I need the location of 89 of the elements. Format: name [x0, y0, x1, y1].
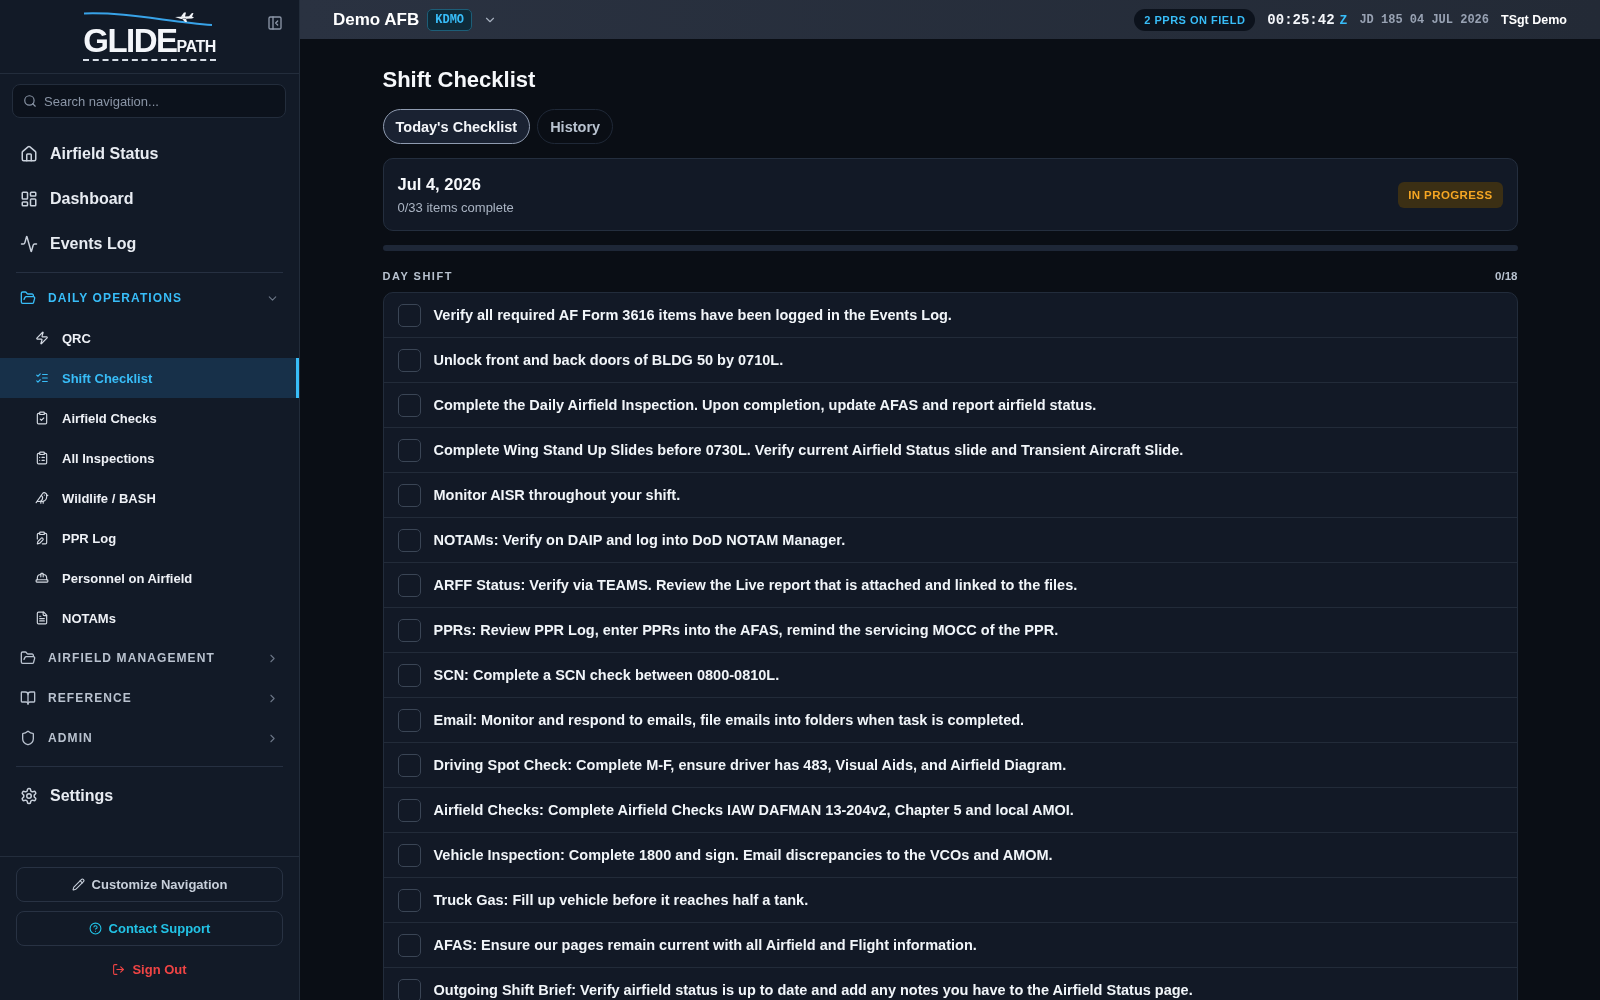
checklist-icon: [35, 371, 49, 385]
airplane-swoosh-icon: [83, 12, 214, 27]
time-zone-label: Z: [1339, 12, 1348, 28]
checkbox[interactable]: [397, 483, 421, 507]
bird-icon: [35, 491, 49, 505]
checkbox[interactable]: [397, 888, 421, 912]
folder-icon: [20, 290, 36, 306]
checklist-item-text: SCN: Complete a SCN check between 0800-0810L.: [433, 667, 780, 683]
checklist-item-text: Airfield Checks: Complete Airfield Checks IAW DAFMAN 13-204v2, Chapter 5 and local AMOI.: [433, 802, 1074, 818]
checkbox[interactable]: [397, 663, 421, 687]
checklist-item-text: Verify all required AF Form 3616 items have been logged in the Events Log.: [433, 307, 952, 323]
checkbox[interactable]: [397, 303, 421, 327]
nav-subitem[interactable]: Airfield Checks: [0, 398, 299, 438]
nav-group-header[interactable]: REFERENCE: [0, 678, 299, 718]
pencil-icon: [71, 878, 85, 891]
tab[interactable]: Today's Checklist: [382, 109, 531, 144]
clipboard-pen-icon: [35, 531, 49, 545]
checkbox[interactable]: [397, 528, 421, 552]
book-icon: [20, 690, 36, 706]
checkbox[interactable]: [397, 573, 421, 597]
logo-wordmark: GLIDEPATH: [83, 26, 216, 61]
ppr-count-badge: 2 PPRS ON FIELD: [1134, 8, 1256, 31]
nav-item[interactable]: Events Log: [0, 221, 299, 266]
customize-navigation-button[interactable]: Customize Navigation: [16, 867, 283, 902]
settings-link[interactable]: Settings: [0, 773, 299, 818]
checklist-item-text: AFAS: Ensure our pages remain current with all Airfield and Flight information.: [433, 937, 977, 953]
checklist-item-text: Complete the Daily Airfield Inspection. Upon completion, update AFAS and report airfield status.: [433, 397, 1097, 413]
checklist-item-text: Email: Monitor and respond to emails, file emails into folders when task is completed.: [433, 712, 1025, 728]
checklist-item-text: Outgoing Shift Brief: Verify airfield status is up to date and add any notes you have to the Airfield Status page.: [433, 982, 1193, 998]
checklist-item-text: Truck Gas: Fill up vehicle before it reaches half a tank.: [433, 892, 809, 908]
document-icon: [35, 611, 49, 625]
lightning-icon: [35, 331, 49, 345]
folder-icon: [20, 650, 36, 666]
nav-subitem[interactable]: NOTAMs: [0, 598, 299, 638]
nav-subitem[interactable]: QRC: [0, 318, 299, 358]
checklist-item-text: Vehicle Inspection: Complete 1800 and sign. Email discrepancies to the VCOs and AMOM.: [433, 847, 1053, 863]
nav-group-header[interactable]: DAILY OPERATIONS: [0, 278, 299, 318]
nav-group-header[interactable]: AIRFIELD MANAGEMENT: [0, 638, 299, 678]
sign-out-button[interactable]: Sign Out: [108, 955, 191, 983]
page-title: Shift Checklist: [382, 66, 537, 94]
checkbox[interactable]: [397, 348, 421, 372]
section-title: DAY SHIFT: [382, 270, 453, 282]
date-readout: JD 185 04 JUL 2026: [1359, 12, 1489, 27]
contact-support-button[interactable]: Contact Support: [16, 911, 283, 946]
nav-item[interactable]: Dashboard: [0, 176, 299, 221]
checkbox[interactable]: [397, 618, 421, 642]
nav-item[interactable]: Airfield Status: [0, 131, 299, 176]
section-count: 0/18: [1495, 270, 1518, 282]
checkbox[interactable]: [397, 708, 421, 732]
logout-icon: [112, 962, 126, 976]
hard-hat-icon: [35, 571, 49, 585]
nav-subitem[interactable]: PPR Log: [0, 518, 299, 558]
zulu-clock: 00:25:42: [1267, 11, 1335, 28]
checkbox[interactable]: [397, 438, 421, 462]
checklist-item-text: PPRs: Review PPR Log, enter PPRs into the AFAS, remind the servicing MOCC of the PPR.: [433, 622, 1059, 638]
settings-icon: [20, 786, 38, 805]
checkbox[interactable]: [397, 933, 421, 957]
checklist-date: Jul 4, 2026: [397, 174, 482, 194]
checklist-item-text: Unlock front and back doors of BLDG 50 by 0710L.: [433, 352, 784, 368]
checklist-item-text: Complete Wing Stand Up Slides before 0730L. Verify current Airfield Status slide and Transient Aircraft Slide.: [433, 442, 1184, 458]
help-icon: [88, 922, 102, 935]
home-icon: [20, 144, 38, 163]
nav-subitem[interactable]: Personnel on Airfield: [0, 558, 299, 598]
clipboard-check-icon: [35, 411, 49, 425]
checkbox[interactable]: [397, 798, 421, 822]
pulse-line-icon: [20, 234, 38, 253]
checklist-item-text: Monitor AISR throughout your shift.: [433, 487, 681, 503]
search-icon: [23, 94, 37, 108]
checklist-item-text: ARFF Status: Verify via TEAMS. Review the Live report that is attached and linked to the files.: [433, 577, 1078, 593]
shield-icon: [20, 730, 36, 746]
checkbox[interactable]: [397, 393, 421, 417]
nav-subitem[interactable]: Shift Checklist: [0, 358, 299, 398]
search-field[interactable]: Search navigation...: [12, 84, 286, 118]
items-complete-count: 0/33 items complete: [397, 199, 514, 215]
checkbox[interactable]: [397, 843, 421, 867]
checkbox[interactable]: [397, 978, 421, 1000]
base-code-badge: KDMO: [427, 8, 473, 31]
nav-subitem[interactable]: Wildlife / BASH: [0, 478, 299, 518]
checklist-item-text: NOTAMs: Verify on DAIP and log into DoD NOTAM Manager.: [433, 532, 846, 548]
status-badge: IN PROGRESS: [1398, 181, 1503, 208]
nav-group-header[interactable]: ADMIN: [0, 718, 299, 758]
checkbox[interactable]: [397, 753, 421, 777]
user-name: TSgt Demo: [1501, 12, 1567, 27]
clipboard-list-icon: [35, 451, 49, 465]
checklist-item-text: Driving Spot Check: Complete M-F, ensure driver has 483, Visual Aids, and Airfield Diagram.: [433, 757, 1067, 773]
sidebar-collapse-icon[interactable]: [267, 15, 283, 31]
base-name: Demo AFB: [333, 9, 420, 30]
dashboard-grid-icon: [20, 189, 38, 208]
nav-subitem[interactable]: All Inspections: [0, 438, 299, 478]
